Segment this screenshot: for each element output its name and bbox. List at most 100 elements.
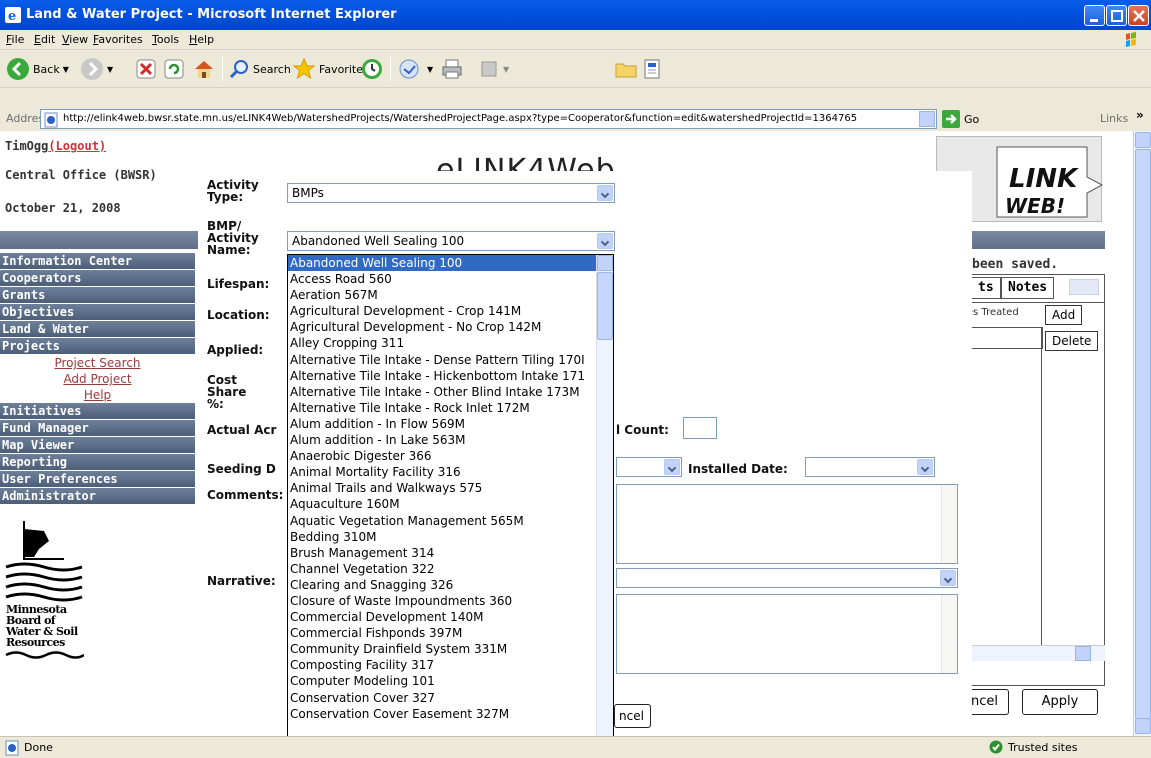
dropdown-option[interactable]: Alley Cropping 311 — [288, 335, 613, 351]
back-button[interactable]: Back ▼ — [6, 55, 69, 83]
dropdown-option[interactable]: Aeration 567M — [288, 287, 613, 303]
seeding-date-select[interactable] — [616, 457, 682, 477]
scroll-down-icon[interactable] — [1135, 718, 1151, 734]
menu-view[interactable]: View — [62, 33, 88, 46]
comments-scrollbar[interactable] — [941, 485, 957, 563]
dropdown-scrollbar[interactable] — [596, 255, 613, 757]
dropdown-option[interactable]: Alternative Tile Intake - Dense Pattern … — [288, 352, 613, 368]
nav-land-water[interactable]: Land & Water — [0, 321, 195, 337]
dialog-cancel-button[interactable]: ncel — [614, 704, 651, 728]
tab-partial[interactable]: ts — [971, 277, 1001, 299]
address-dropdown-button[interactable] — [919, 111, 935, 127]
nav-help[interactable]: Help — [0, 387, 195, 403]
dropdown-option[interactable]: Animal Mortality Facility 316 — [288, 464, 613, 480]
bmp-activity-select[interactable]: Abandoned Well Sealing 100 — [287, 231, 615, 251]
nav-map-viewer[interactable]: Map Viewer — [0, 437, 195, 453]
nav-grants[interactable]: Grants — [0, 287, 195, 303]
scroll-up-icon[interactable] — [597, 255, 613, 271]
dropdown-option[interactable]: Conservation Cover Easement 327M — [288, 706, 613, 722]
menu-file[interactable]: File — [6, 33, 24, 46]
dropdown-option[interactable]: Agricultural Development - Crop 141M — [288, 303, 613, 319]
delete-button[interactable]: Delete — [1045, 331, 1099, 351]
mail-button[interactable]: ▼ — [398, 55, 433, 83]
logout-link[interactable]: (Logout) — [48, 139, 106, 153]
dropdown-option[interactable]: Brush Management 314 — [288, 545, 613, 561]
dropdown-option[interactable]: Closure of Waste Impoundments 360 — [288, 593, 613, 609]
menu-help[interactable]: Help — [189, 33, 214, 46]
panel-hscroll[interactable] — [961, 645, 1105, 661]
edit-button[interactable]: ▼ — [478, 55, 509, 83]
add-button[interactable]: Add — [1045, 305, 1083, 325]
menu-edit[interactable]: Edit — [34, 33, 55, 46]
folder-button[interactable] — [614, 55, 638, 83]
scroll-up-icon[interactable] — [1135, 132, 1151, 148]
nav-user-preferences[interactable]: User Preferences — [0, 471, 195, 487]
narrative-select[interactable] — [616, 568, 958, 588]
dropdown-option[interactable]: Commercial Fishponds 397M — [288, 625, 613, 641]
dropdown-option[interactable]: Commercial Development 140M — [288, 609, 613, 625]
nav-objectives[interactable]: Objectives — [0, 304, 195, 320]
grid-row[interactable] — [961, 327, 1043, 349]
links-chevron-icon[interactable]: » — [1136, 108, 1144, 122]
go-button[interactable]: Go — [942, 109, 979, 129]
dropdown-option[interactable]: Aquatic Vegetation Management 565M — [288, 513, 613, 529]
nav-reporting[interactable]: Reporting — [0, 454, 195, 470]
nav-project-search[interactable]: Project Search — [0, 355, 195, 371]
minimize-button[interactable] — [1084, 5, 1105, 26]
maximize-button[interactable] — [1106, 5, 1127, 26]
menu-favorites[interactable]: Favorites — [93, 33, 143, 46]
nav-information-center[interactable]: Information Center — [0, 253, 195, 269]
tab-notes[interactable]: Notes — [1001, 277, 1055, 299]
nav-initiatives[interactable]: Initiatives — [0, 403, 195, 419]
tab-scroll-arrows[interactable] — [1069, 279, 1099, 295]
refresh-button[interactable] — [163, 55, 185, 83]
dropdown-option[interactable]: Alternative Tile Intake - Hickenbottom I… — [288, 368, 613, 384]
narrative-scrollbar[interactable] — [941, 595, 957, 673]
dropdown-option[interactable]: Abandoned Well Sealing 100 — [288, 255, 613, 272]
dropdown-option[interactable]: Aquaculture 160M — [288, 496, 613, 512]
menu-tools[interactable]: Tools — [152, 33, 179, 46]
dropdown-option[interactable]: Composting Facility 317 — [288, 657, 613, 673]
activity-type-select[interactable]: BMPs — [287, 183, 615, 203]
scroll-thumb[interactable] — [597, 272, 613, 340]
dropdown-option[interactable]: Agricultural Development - No Crop 142M — [288, 319, 613, 335]
nav-administrator[interactable]: Administrator — [0, 488, 195, 504]
research-button[interactable] — [640, 55, 664, 83]
nav-add-project[interactable]: Add Project — [0, 371, 195, 387]
dropdown-option[interactable]: Alternative Tile Intake - Other Blind In… — [288, 384, 613, 400]
installed-date-select[interactable] — [805, 457, 935, 477]
print-button[interactable] — [440, 55, 464, 83]
dropdown-option[interactable]: Alum addition - In Flow 569M — [288, 416, 613, 432]
dropdown-option[interactable]: Computer Modeling 101 — [288, 673, 613, 689]
search-button[interactable]: Search — [228, 55, 291, 83]
address-input[interactable]: http://elink4web.bwsr.state.mn.us/eLINK4… — [40, 109, 937, 129]
home-button[interactable] — [192, 55, 216, 83]
dropdown-option[interactable]: Access Road 560 — [288, 271, 613, 287]
dropdown-option[interactable]: Bedding 310M — [288, 529, 613, 545]
count-input[interactable] — [683, 417, 717, 439]
narrative-textarea[interactable] — [616, 594, 958, 674]
dropdown-option[interactable]: Channel Vegetation 322 — [288, 561, 613, 577]
scroll-thumb[interactable] — [1135, 149, 1151, 719]
dropdown-option[interactable]: Alternative Tile Intake - Rock Inlet 172… — [288, 400, 613, 416]
bmp-dropdown-list[interactable]: Abandoned Well Sealing 100 Access Road 56… — [287, 254, 614, 758]
dropdown-option[interactable]: Alum addition - In Lake 563M — [288, 432, 613, 448]
dropdown-option[interactable]: Animal Trails and Walkways 575 — [288, 480, 613, 496]
nav-fund-manager[interactable]: Fund Manager — [0, 420, 195, 436]
nav-projects[interactable]: Projects — [0, 338, 195, 354]
comments-textarea[interactable] — [616, 484, 958, 564]
dropdown-option[interactable]: Community Drainfield System 331M — [288, 641, 613, 657]
dropdown-option[interactable]: Clearing and Snagging 326 — [288, 577, 613, 593]
close-button[interactable] — [1128, 5, 1149, 26]
favorites-button[interactable]: Favorites — [292, 55, 369, 83]
nav-cooperators[interactable]: Cooperators — [0, 270, 195, 286]
history-button[interactable] — [360, 55, 384, 83]
forward-button[interactable]: ▼ — [80, 55, 113, 83]
stop-button[interactable] — [135, 55, 157, 83]
dropdown-option[interactable]: Conservation Cover 327 — [288, 690, 613, 706]
links-label[interactable]: Links — [1100, 112, 1128, 125]
dropdown-option[interactable]: Anaerobic Digester 366 — [288, 448, 613, 464]
scroll-right-icon[interactable] — [1075, 646, 1091, 661]
page-scrollbar[interactable] — [1133, 131, 1151, 736]
apply-button[interactable]: Apply — [1022, 689, 1098, 715]
